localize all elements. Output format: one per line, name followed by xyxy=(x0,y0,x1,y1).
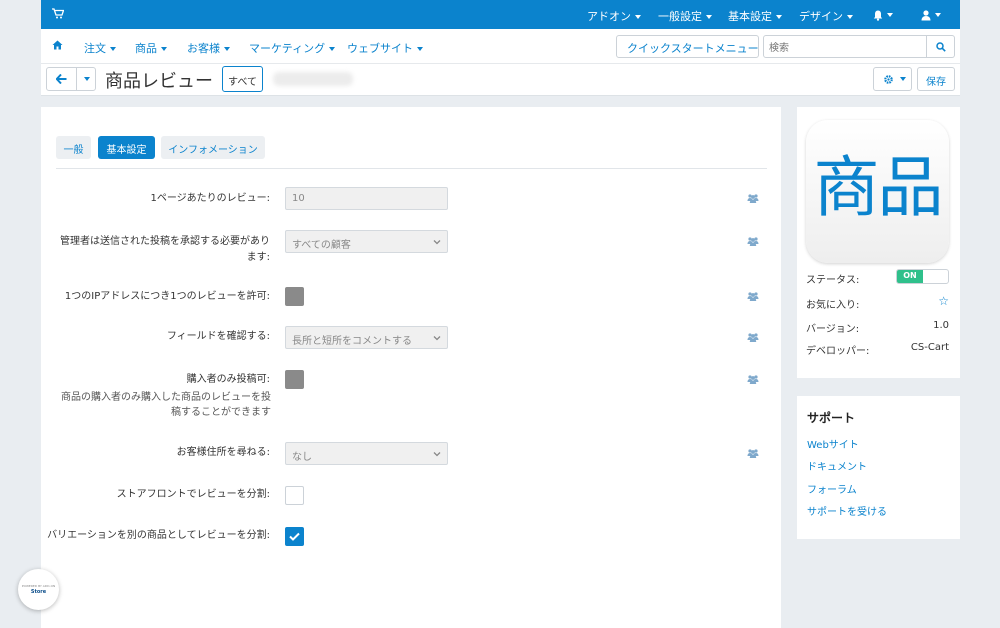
arrow-left-icon[interactable] xyxy=(56,74,67,84)
tab-settings[interactable]: 基本設定 xyxy=(98,136,155,159)
main-navigation: 注文 商品 お客様 マーケティング ウェブサイト クイックスタートメニュー xyxy=(41,29,960,64)
support-link-docs[interactable]: ドキュメント xyxy=(807,458,867,473)
menu-design-label: デザイン xyxy=(799,10,843,23)
nav-products[interactable]: 商品 xyxy=(135,40,167,56)
users-icon[interactable] xyxy=(747,194,759,203)
menu-basic-settings-label: 基本設定 xyxy=(728,10,772,23)
version-value: 1.0 xyxy=(933,320,949,331)
gear-icon xyxy=(884,75,893,84)
menu-general-settings-label: 一般設定 xyxy=(658,10,702,23)
approval-select[interactable]: すべての顧客 xyxy=(285,230,448,253)
buyers-only-checkbox[interactable] xyxy=(285,370,304,389)
approval-select-value: すべての顧客 xyxy=(292,240,351,251)
user-icon xyxy=(921,9,931,20)
split-variations-label: バリエーションを別の商品としてレビューを分割: xyxy=(47,530,270,541)
nav-orders[interactable]: 注文 xyxy=(84,40,116,56)
split-storefront-label: ストアフロントでレビューを分割: xyxy=(116,489,270,500)
menu-basic-settings[interactable]: 基本設定 xyxy=(728,8,782,24)
history-dropdown-caret[interactable] xyxy=(80,72,90,85)
addon-logo: 商品 xyxy=(806,120,949,263)
ask-address-select-value: なし xyxy=(292,452,312,463)
home-icon[interactable] xyxy=(52,40,63,50)
page-header: 商品レビュー すべて 保存 xyxy=(41,64,960,96)
chevron-down-icon xyxy=(433,452,441,457)
confirm-fields-select[interactable]: 長所と短所をコメントする xyxy=(285,326,448,349)
status-toggle[interactable]: ON xyxy=(896,269,949,284)
star-icon[interactable]: ☆ xyxy=(938,294,949,308)
support-panel: サポート Webサイト ドキュメント フォーラム サポートを受ける xyxy=(797,396,960,539)
save-button[interactable]: 保存 xyxy=(917,67,955,91)
tab-divider xyxy=(56,168,767,169)
one-per-ip-label: 1つのIPアドレスにつき1つのレビューを許可: xyxy=(64,291,270,302)
search-icon xyxy=(936,42,946,52)
reviews-per-page-label: 1ページあたりのレビュー: xyxy=(150,193,270,204)
tab-information[interactable]: インフォメーション xyxy=(161,136,265,159)
reviews-per-page-input[interactable]: 10 xyxy=(285,187,448,210)
status-toggle-on: ON xyxy=(897,270,923,283)
users-icon[interactable] xyxy=(747,292,759,301)
user-menu[interactable] xyxy=(921,8,941,21)
nav-website-label: ウェブサイト xyxy=(347,42,413,55)
nav-marketing-label: マーケティング xyxy=(249,42,326,55)
tab-general[interactable]: 一般 xyxy=(56,136,91,159)
menu-addons-label: アドオン xyxy=(587,10,631,23)
badge-line1: POWERED BY ADD-ON xyxy=(21,584,56,588)
nav-customers[interactable]: お客様 xyxy=(187,40,230,56)
cart-icon[interactable] xyxy=(52,8,64,19)
chevron-down-icon xyxy=(433,240,441,245)
ask-address-label: お客様住所を尋ねる: xyxy=(176,447,270,458)
quickstart-menu-button[interactable]: クイックスタートメニュー xyxy=(616,35,769,58)
split-storefront-checkbox[interactable] xyxy=(285,486,304,505)
confirm-fields-select-value: 長所と短所をコメントする xyxy=(292,336,412,347)
nav-orders-label: 注文 xyxy=(84,42,106,55)
bell-icon xyxy=(873,10,883,21)
store-badge[interactable]: POWERED BY ADD-ON Store xyxy=(18,569,59,610)
page-title: 商品レビュー xyxy=(105,71,213,92)
menu-general-settings[interactable]: 一般設定 xyxy=(658,8,712,24)
split-variations-checkbox[interactable] xyxy=(285,527,304,546)
checkmark-icon xyxy=(289,532,300,541)
chevron-down-icon xyxy=(433,336,441,341)
buyers-only-hint: 商品の購入者のみ購入した商品のレビューを投稿することができます xyxy=(61,392,271,418)
support-title: サポート xyxy=(807,411,856,425)
back-button-group xyxy=(46,67,96,91)
support-link-get-support[interactable]: サポートを受ける xyxy=(807,503,887,518)
developer-value: CS-Cart xyxy=(910,342,949,353)
support-link-forum[interactable]: フォーラム xyxy=(807,481,857,496)
menu-design[interactable]: デザイン xyxy=(799,8,853,24)
search-button[interactable] xyxy=(927,35,955,58)
users-icon[interactable] xyxy=(747,375,759,384)
nav-customers-label: お客様 xyxy=(187,42,220,55)
approval-label: 管理者は送信された投稿を承認する必要があります: xyxy=(60,236,270,263)
addon-logo-text: 商品 xyxy=(813,149,944,226)
top-admin-bar: アドオン 一般設定 基本設定 デザイン xyxy=(41,0,960,29)
developer-label: デベロッパー: xyxy=(806,346,870,357)
notifications-menu[interactable] xyxy=(873,8,893,21)
ask-address-select[interactable]: なし xyxy=(285,442,448,465)
users-icon[interactable] xyxy=(747,333,759,342)
status-label: ステータス: xyxy=(806,275,860,286)
favorite-label: お気に入り: xyxy=(806,300,860,311)
quickstart-label: クイックスタートメニュー xyxy=(627,42,759,55)
nav-marketing[interactable]: マーケティング xyxy=(249,40,336,56)
blurred-storefront-name xyxy=(273,72,353,86)
users-icon[interactable] xyxy=(747,449,759,458)
support-link-website[interactable]: Webサイト xyxy=(807,436,859,451)
menu-addons[interactable]: アドオン xyxy=(587,8,641,24)
users-icon[interactable] xyxy=(747,237,759,246)
nav-website[interactable]: ウェブサイト xyxy=(347,40,423,56)
buyers-only-label: 購入者のみ投稿可: xyxy=(186,374,270,385)
confirm-fields-label: フィールドを確認する: xyxy=(166,331,270,342)
search-input[interactable] xyxy=(763,35,927,58)
version-label: バージョン: xyxy=(806,324,860,335)
nav-products-label: 商品 xyxy=(135,42,157,55)
addon-info-panel: 商品 ステータス: ON お気に入り: ☆ バージョン: 1.0 デベロッパー:… xyxy=(797,107,960,378)
storefront-all-button[interactable]: すべて xyxy=(222,66,263,92)
badge-line2: Store xyxy=(30,589,47,595)
one-per-ip-checkbox[interactable] xyxy=(285,287,304,306)
settings-panel: 一般 基本設定 インフォメーション 1ページあたりのレビュー: 10 管理者は送… xyxy=(41,107,781,628)
settings-dropdown-button[interactable] xyxy=(873,67,912,91)
